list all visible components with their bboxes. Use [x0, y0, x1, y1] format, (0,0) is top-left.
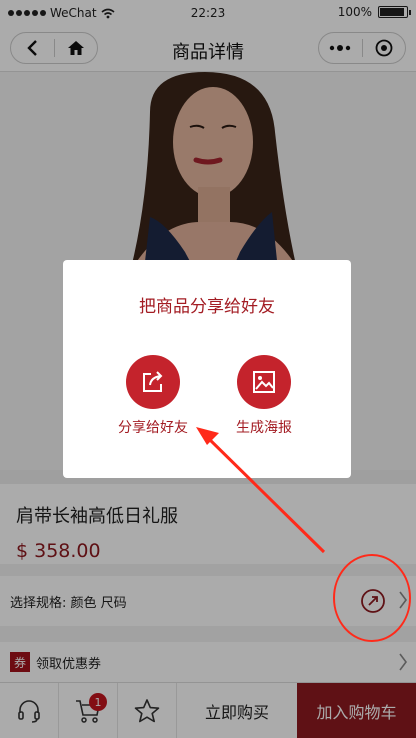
generate-poster-icon-circle: [237, 355, 291, 409]
share-to-friend-icon-circle: [126, 355, 180, 409]
share-icon: [143, 371, 163, 392]
generate-poster-label: 生成海报: [236, 420, 292, 436]
share-modal-title: 把商品分享给好友: [139, 297, 275, 317]
generate-poster-option[interactable]: 生成海报: [209, 355, 319, 437]
product-detail-page: WeChat 22:23 100% 商品详情 肩带长袖高低日礼服 $ 358.0…: [0, 0, 416, 738]
share-to-friend-label: 分享给好友: [118, 420, 188, 436]
image-icon: [253, 371, 275, 393]
share-modal: 把商品分享给好友 分享给好友 生成海报: [63, 260, 351, 478]
share-to-friend-option[interactable]: 分享给好友: [98, 355, 208, 437]
